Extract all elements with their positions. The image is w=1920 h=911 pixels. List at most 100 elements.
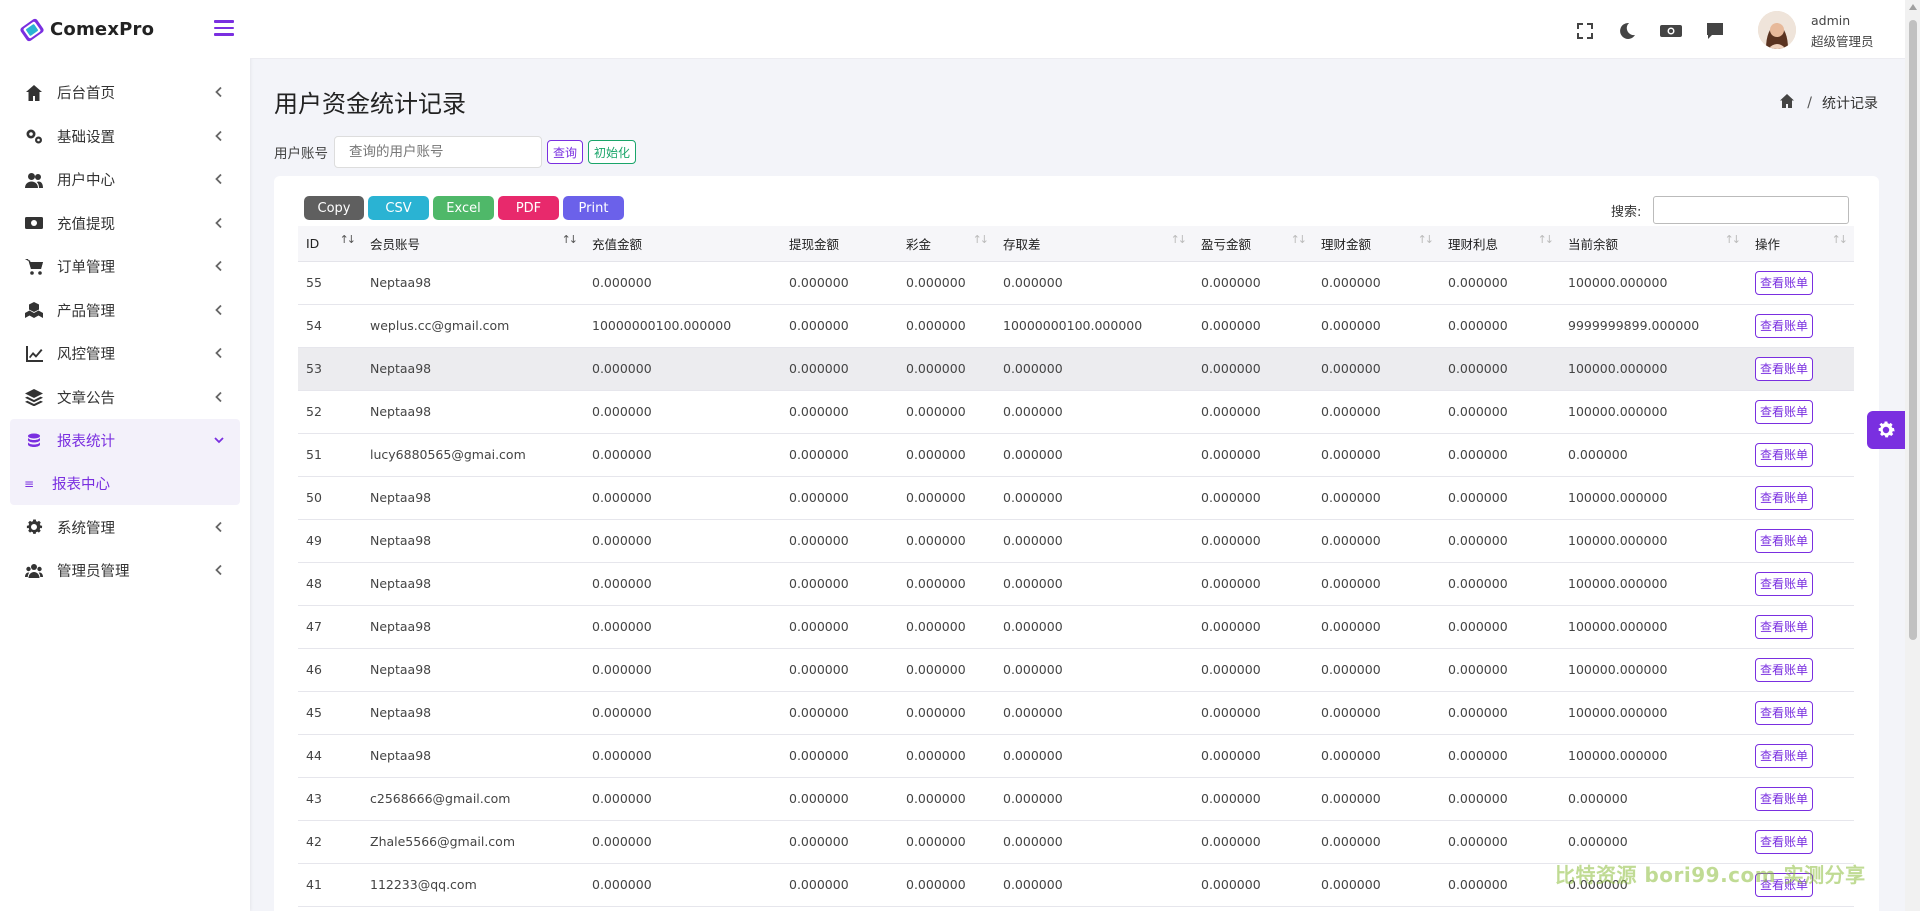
table-cell: 0.000000 <box>1313 691 1440 735</box>
sort-icon: ↑↓ <box>1290 233 1308 246</box>
table-row: 52 Neptaa98 0.000000 0.000000 0.000000 0.0000… <box>298 390 1854 434</box>
avatar[interactable] <box>1758 11 1796 49</box>
export-excel-button[interactable]: Excel <box>433 196 494 220</box>
column-header[interactable]: 彩金 ↑↓ <box>898 226 995 262</box>
export-copy-button[interactable]: Copy <box>304 196 364 220</box>
table-cell: 0.000000 <box>898 863 995 907</box>
sidebar-item[interactable]: 产品管理 <box>10 289 240 333</box>
table-cell: 0.000000 <box>898 734 995 778</box>
table-row: 50 Neptaa98 0.000000 0.000000 0.000000 0.0000… <box>298 476 1854 520</box>
view-bill-button[interactable]: 查看账单 <box>1755 356 1814 381</box>
table-cell: 0.000000 <box>1313 347 1440 391</box>
table-cell: 100000.000000 <box>1560 261 1747 305</box>
sidebar-item[interactable]: 系统管理 <box>10 506 240 550</box>
view-bill-button[interactable]: 查看账单 <box>1755 829 1814 854</box>
column-header[interactable]: 存取差 ↑↓ <box>995 226 1193 262</box>
sidebar-item[interactable]: 风控管理 <box>10 332 240 376</box>
table-cell: 100000.000000 <box>1560 476 1747 520</box>
sidebar-item[interactable]: 基础设置 <box>10 115 240 159</box>
column-header[interactable]: 当前余额 ↑↓ <box>1560 226 1747 262</box>
logo[interactable]: ComexPro <box>0 0 250 59</box>
column-header[interactable]: ID ↑↓ <box>298 226 362 262</box>
table-cell: 0.000000 <box>1193 347 1313 391</box>
view-bill-button[interactable]: 查看账单 <box>1755 614 1814 639</box>
table-cell: 0.000000 <box>1193 562 1313 606</box>
view-bill-button[interactable]: 查看账单 <box>1755 657 1814 682</box>
view-bill-button[interactable]: 查看账单 <box>1755 786 1814 811</box>
view-bill-button[interactable]: 查看账单 <box>1755 528 1814 553</box>
table-cell: Neptaa98 <box>362 519 584 563</box>
table-cell: 0.000000 <box>781 691 898 735</box>
home-icon[interactable] <box>1779 93 1795 113</box>
column-header-label: 盈亏金额 <box>1201 236 1252 252</box>
vertical-scrollbar[interactable] <box>1905 0 1920 911</box>
table-cell: 0.000000 <box>1440 820 1560 864</box>
table-cell: 0.000000 <box>584 476 781 520</box>
table-cell: 48 <box>298 562 362 606</box>
sidebar-item[interactable]: 管理员管理 <box>10 549 240 593</box>
view-bill-button[interactable]: 查看账单 <box>1755 571 1814 596</box>
sidebar-item[interactable]: 用户中心 <box>10 158 240 202</box>
moon-icon[interactable] <box>1618 22 1636 40</box>
table-card: Copy CSV Excel PDF Print 搜索: ID ↑↓ 会员账号 ↑↓ 充值金额 提… <box>274 176 1879 911</box>
fullscreen-icon[interactable] <box>1576 22 1594 40</box>
view-bill-button[interactable]: 查看账单 <box>1755 313 1814 338</box>
sidebar-subitem[interactable]: ≡ 报表中心 <box>10 462 240 505</box>
export-buttons: Copy CSV Excel PDF Print <box>304 196 628 220</box>
table-row: 48 Neptaa98 0.000000 0.000000 0.000000 0.0000… <box>298 562 1854 606</box>
column-header-label: 提现金额 <box>789 236 840 252</box>
export-pdf-button[interactable]: PDF <box>498 196 559 220</box>
table-cell: 0.000000 <box>1440 433 1560 477</box>
view-bill-button[interactable]: 查看账单 <box>1755 485 1814 510</box>
view-bill-button[interactable]: 查看账单 <box>1755 270 1814 295</box>
user-name[interactable]: admin <box>1811 13 1850 28</box>
export-print-button[interactable]: Print <box>563 196 624 220</box>
table-search-input[interactable] <box>1653 196 1850 224</box>
table-cell: 0.000000 <box>898 347 995 391</box>
table-cell: 43 <box>298 777 362 821</box>
sidebar-item[interactable]: 订单管理 <box>10 245 240 289</box>
account-search-input[interactable] <box>334 136 542 168</box>
table-cell: 0.000000 <box>1440 261 1560 305</box>
view-bill-button[interactable]: 查看账单 <box>1755 743 1814 768</box>
column-header-label: ID <box>306 235 320 251</box>
table-cell: 49 <box>298 519 362 563</box>
menu-toggle-icon[interactable] <box>214 20 234 38</box>
table-cell: 0.000000 <box>898 648 995 692</box>
view-bill-button[interactable]: 查看账单 <box>1755 399 1814 424</box>
table-cell: 0.000000 <box>584 605 781 649</box>
table-cell: 100000.000000 <box>1560 691 1747 735</box>
money-icon[interactable] <box>1660 22 1682 40</box>
sidebar-item[interactable]: 充值提现 <box>10 202 240 246</box>
table-cell: 0.000000 <box>1313 820 1440 864</box>
chevron-left-icon <box>214 304 224 316</box>
column-header[interactable]: 理财利息 ↑↓ <box>1440 226 1560 262</box>
column-header[interactable]: 会员账号 ↑↓ <box>362 226 584 262</box>
column-header[interactable]: 理财金额 ↑↓ <box>1313 226 1440 262</box>
init-button[interactable]: 初始化 <box>588 140 637 164</box>
sidebar-item[interactable]: 文章公告 <box>10 376 240 420</box>
table-cell: Neptaa98 <box>362 605 584 649</box>
table-body: 55 Neptaa98 0.000000 0.000000 0.000000 0.0000… <box>298 261 1854 907</box>
sidebar-item[interactable]: 报表统计 <box>10 419 240 463</box>
table-cell: 55 <box>298 261 362 305</box>
table-cell: 10000000100.000000 <box>995 304 1193 348</box>
chat-icon[interactable] <box>1706 22 1724 40</box>
settings-float-button[interactable] <box>1867 411 1905 449</box>
sort-icon: ↑↓ <box>1724 233 1742 246</box>
column-header[interactable]: 充值金额 <box>584 226 781 262</box>
query-button[interactable]: 查询 <box>547 140 584 164</box>
view-bill-button[interactable]: 查看账单 <box>1755 700 1814 725</box>
table-row: 53 Neptaa98 0.000000 0.000000 0.000000 0.0000… <box>298 347 1854 391</box>
table-cell: 0.000000 <box>584 562 781 606</box>
column-header[interactable]: 提现金额 <box>781 226 898 262</box>
view-bill-button[interactable]: 查看账单 <box>1755 442 1814 467</box>
column-header[interactable]: 盈亏金额 ↑↓ <box>1193 226 1313 262</box>
table-cell: 0.000000 <box>1440 691 1560 735</box>
sidebar-item[interactable]: 后台首页 <box>10 71 240 115</box>
table-cell: 100000.000000 <box>1560 734 1747 778</box>
table-cell-action: 查看账单 <box>1747 562 1854 606</box>
column-header[interactable]: 操作 ↑↓ <box>1747 226 1854 262</box>
topbar: admin 超级管理员 <box>250 0 1905 59</box>
export-csv-button[interactable]: CSV <box>368 196 429 220</box>
